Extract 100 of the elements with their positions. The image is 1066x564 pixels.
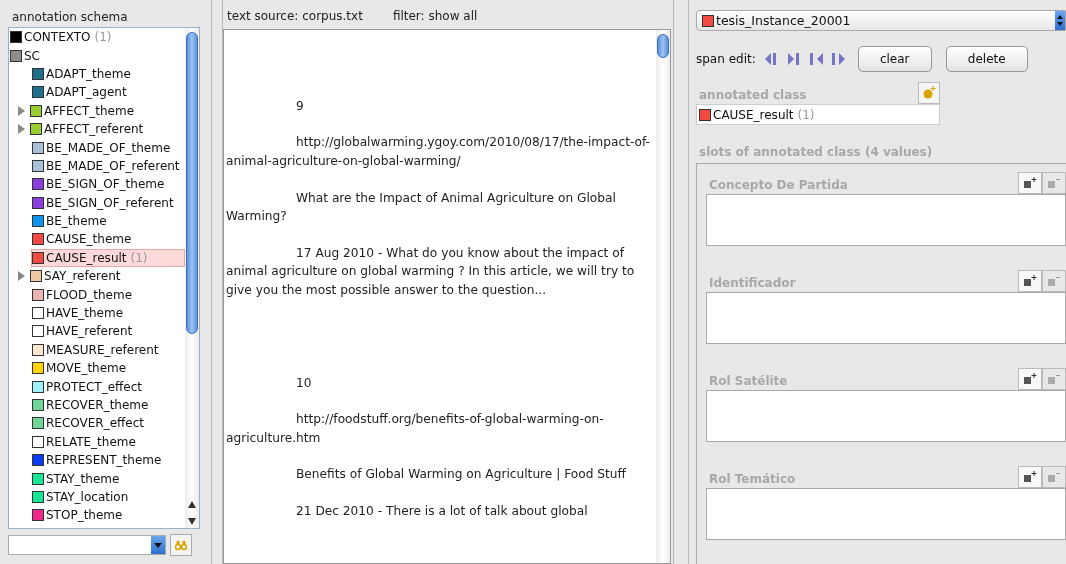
stepper-arrows-icon[interactable] — [1055, 11, 1065, 30]
item-label: AFFECT_referent — [44, 122, 144, 137]
scroll-thumb[interactable] — [186, 32, 198, 334]
tree-item[interactable]: STAY_location — [31, 487, 185, 507]
section-title: slots of annotated class (4 values) — [698, 145, 934, 159]
expander-icon[interactable] — [17, 271, 25, 282]
slot-label: Rol Satélite — [708, 374, 789, 390]
tree-item[interactable]: STOP_theme — [31, 506, 185, 525]
tree-item[interactable]: ADAPT_theme — [31, 64, 185, 84]
tree-item[interactable]: FLOOD_theme — [31, 285, 185, 304]
scrollbar[interactable] — [185, 28, 199, 528]
tree-item[interactable]: BE_MADE_OF_theme — [31, 138, 185, 157]
item-label: AFFECT_theme — [44, 103, 135, 118]
scroll-thumb[interactable] — [657, 33, 669, 58]
tree-item[interactable]: CAUSE_result (1) — [31, 248, 185, 268]
item-label: RECOVER_theme — [46, 398, 149, 412]
tree-item[interactable]: SAY_referent — [31, 267, 185, 286]
instance-dropdown[interactable]: tesis_Instance_20001 — [696, 10, 1066, 31]
item-label: REPRESENT_theme — [46, 453, 162, 468]
item-label: SAY_referent — [44, 269, 121, 284]
item-label: PROTECT_effect — [46, 379, 142, 394]
tree-item[interactable]: CONTEXTO (1) — [9, 28, 185, 47]
document-paragraph: http://foodstuff.org/benefits-of-global-warming-on-agriculture.htm — [226, 411, 605, 447]
entry-number: 10 — [295, 374, 313, 392]
slot-value-field[interactable] — [706, 390, 1066, 442]
item-label: ADAPT_theme — [46, 66, 131, 81]
action-button[interactable]: clear — [857, 46, 932, 72]
section-title: annotated class — [698, 88, 808, 104]
document-paragraph: http://globalwarming.ygoy.com/2010/08/17/the-impact-of-animal-agriculture-on-global-warming/ — [226, 134, 650, 170]
add-value-button[interactable] — [1018, 368, 1042, 390]
item-label: BE_MADE_OF_theme — [46, 140, 171, 155]
tree-item[interactable]: MOVE_theme — [31, 359, 185, 378]
tree-item[interactable]: RELATE_theme — [31, 432, 185, 451]
item-label: RECOVER_effect — [46, 416, 144, 431]
filter-label: filter: show all — [392, 9, 478, 25]
document-paragraph: Benefits of Global Warming on Agriculture | Food Stuff — [295, 466, 627, 484]
tree-item[interactable]: AFFECT_referent — [31, 119, 185, 139]
tree-item[interactable]: BE_MADE_OF_referent — [31, 156, 185, 176]
slot-value-field[interactable] — [706, 292, 1066, 344]
slot-label: Concepto De Partida — [708, 178, 849, 194]
item-label: RELATE_theme — [46, 434, 136, 449]
item-label: FLOOD_theme — [46, 287, 133, 302]
item-label: STOP_theme — [46, 508, 123, 523]
scrollbar[interactable] — [656, 29, 670, 563]
binoculars-icon — [175, 539, 187, 551]
tree-item[interactable]: HAVE_referent — [31, 322, 185, 341]
item-label: CAUSE_theme — [46, 232, 132, 247]
item-label: SC — [24, 48, 40, 63]
minus-square-icon — [1047, 177, 1061, 189]
tree-item[interactable]: REPRESENT_theme — [31, 451, 185, 470]
tree-item[interactable]: BE_SIGN_OF_theme — [31, 175, 185, 194]
tree-item[interactable]: HAVE_theme — [31, 303, 185, 323]
item-label: CONTEXTO — [24, 30, 91, 45]
item-label: BE_SIGN_OF_referent — [46, 195, 174, 210]
add-dot-icon — [922, 86, 936, 100]
span-edit-label: span edit: — [696, 52, 756, 66]
tree-item[interactable]: PROTECT_effect — [31, 377, 185, 396]
tree-item[interactable]: RECOVER_theme — [31, 395, 185, 415]
tree-item[interactable]: CAUSE_theme — [31, 230, 185, 249]
slot-value-field[interactable] — [706, 488, 1066, 540]
tree-item[interactable]: MEASURE_referent — [31, 340, 185, 360]
tree-item[interactable]: BE_theme — [31, 211, 185, 231]
add-value-button[interactable] — [1018, 270, 1042, 292]
add-value-button[interactable] — [1018, 466, 1042, 488]
minus-square-icon — [1047, 373, 1061, 385]
tree-item[interactable]: SC — [9, 46, 185, 65]
span-arrow-icon[interactable] — [785, 51, 802, 67]
document-paragraph: 21 Dec 2010 - There is a lot of talk about global — [295, 502, 589, 520]
item-label: STAY_location — [46, 489, 129, 504]
search-combo[interactable] — [8, 535, 166, 555]
add-class-button[interactable] — [918, 82, 940, 104]
item-count: (1) — [130, 250, 148, 265]
tree-item[interactable]: ADAPT_agent — [31, 83, 185, 102]
item-label: BE_theme — [46, 214, 107, 229]
entry-number: 9 — [295, 97, 305, 115]
minus-square-icon — [1047, 471, 1061, 483]
plus-square-icon — [1023, 373, 1037, 385]
tree-item[interactable]: RECOVER_effect — [31, 414, 185, 433]
expander-icon[interactable] — [17, 124, 25, 135]
item-label: HAVE_theme — [46, 306, 124, 321]
slot-label: Identificador — [708, 276, 797, 292]
item-label: CAUSE_result — [46, 250, 127, 265]
item-label: BE_MADE_OF_referent — [46, 158, 180, 173]
tree-item[interactable]: STAY_theme — [31, 469, 185, 488]
item-label: BE_SIGN_OF_theme — [46, 177, 165, 192]
tree-item[interactable]: AFFECT_theme — [31, 101, 185, 120]
item-label: MEASURE_referent — [46, 342, 159, 357]
span-arrow-icon[interactable] — [829, 51, 846, 67]
add-value-button[interactable] — [1018, 172, 1042, 194]
binoculars-button[interactable] — [170, 534, 192, 556]
tree-item[interactable]: BE_SIGN_OF_referent — [31, 193, 185, 212]
item-label: STAY_theme — [46, 471, 120, 486]
minus-square-icon — [1047, 275, 1061, 287]
item-label: ADAPT_agent — [46, 85, 127, 100]
slot-value-field[interactable] — [706, 194, 1066, 246]
action-button[interactable]: delete — [945, 46, 1028, 72]
item-count: (1) — [797, 107, 815, 122]
expander-icon[interactable] — [17, 105, 25, 116]
span-arrow-icon[interactable] — [807, 51, 824, 67]
slot-label: Rol Temático — [708, 472, 797, 488]
